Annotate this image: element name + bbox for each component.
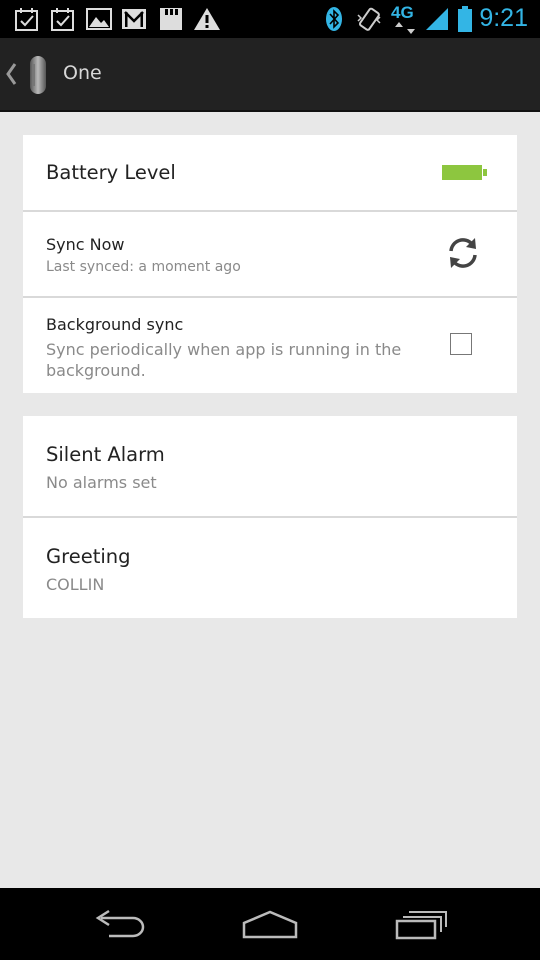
chevron-left-icon [6,63,17,85]
sync-now-subtitle: Last synced: a moment ago [46,259,241,275]
network-label: 4G [391,3,414,22]
up-button[interactable]: One [0,38,110,110]
recent-apps-icon[interactable] [395,908,449,942]
background-sync-row[interactable]: Background sync Sync periodically when a… [23,298,517,393]
battery-icon [458,6,472,32]
image-icon [86,8,112,30]
calendar-check-icon [51,8,74,31]
alarm-greeting-card: Silent Alarm No alarms set Greeting COLL… [23,416,517,618]
calendar-check-icon [15,8,38,31]
action-bar: One [0,38,540,112]
battery-level-row[interactable]: Battery Level [23,135,517,210]
clock: 9:21 [479,4,528,32]
status-bar: 4G 9:21 [0,0,540,38]
greeting-title: Greeting [46,545,131,568]
battery-level-title: Battery Level [46,161,176,184]
silent-alarm-subtitle: No alarms set [46,473,157,492]
sync-now-row[interactable]: Sync Now Last synced: a moment ago [23,212,517,296]
background-sync-subtitle: Sync periodically when app is running in… [46,340,402,380]
sync-now-title: Sync Now [46,235,125,254]
greeting-row[interactable]: Greeting COLLIN [23,518,517,618]
silent-alarm-row[interactable]: Silent Alarm No alarms set [23,416,517,516]
gmail-icon [122,9,146,29]
greeting-subtitle: COLLIN [46,575,105,594]
device-settings-card: Battery Level Sync Now Last synced: a mo… [23,135,517,393]
silent-alarm-title: Silent Alarm [46,443,165,466]
page-title: One [63,62,102,84]
device-icon [30,56,46,94]
warning-icon [194,8,220,30]
4g-icon: 4G [391,3,425,35]
battery-level-indicator [442,165,487,180]
sync-icon[interactable] [445,235,481,271]
background-sync-checkbox[interactable] [450,333,472,355]
home-icon[interactable] [241,908,299,942]
back-icon[interactable] [93,908,147,942]
sd-card-icon [160,8,182,30]
navigation-bar [0,888,540,960]
vibrate-icon [357,7,381,31]
bluetooth-icon [326,7,342,31]
background-sync-title: Background sync [46,315,184,334]
signal-icon [426,8,448,30]
